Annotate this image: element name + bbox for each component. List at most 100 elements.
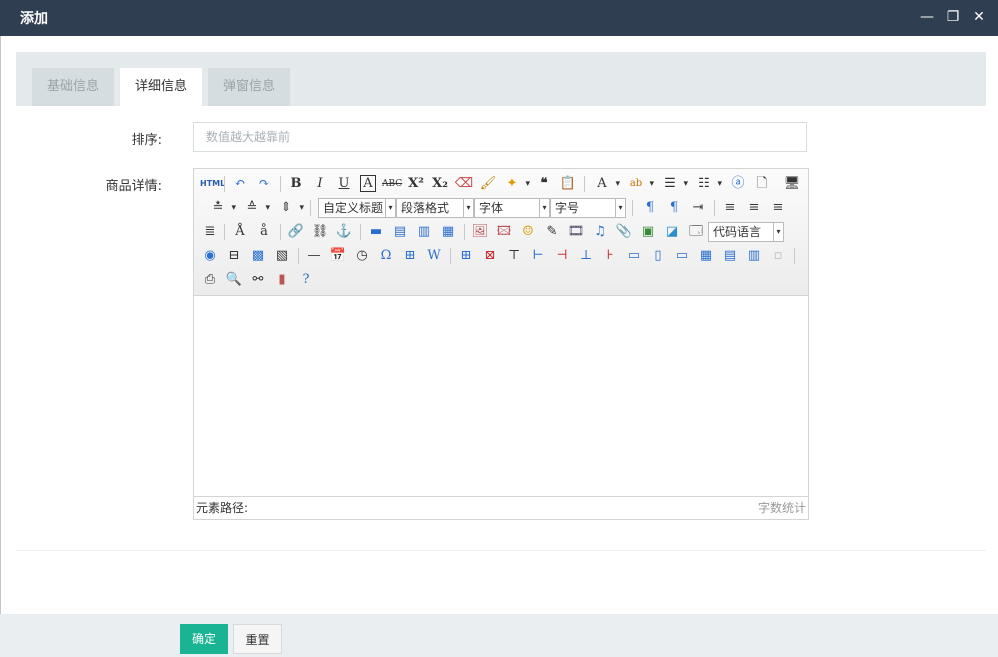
- anchor-icon[interactable]: ⚓: [334, 222, 354, 242]
- image-left-icon[interactable]: ▤: [390, 222, 410, 242]
- toolbar-separator: [224, 224, 225, 240]
- background-icon[interactable]: ▩: [248, 246, 268, 266]
- web-app-icon[interactable]: ◉: [200, 246, 220, 266]
- preview-icon[interactable]: 🔍: [224, 270, 244, 290]
- blockquote-icon[interactable]: ❝: [534, 174, 554, 194]
- reset-button[interactable]: 重置: [233, 624, 282, 654]
- toolbar-separator: [298, 248, 299, 264]
- horizontal-rule-icon[interactable]: —: [304, 246, 324, 266]
- redo-icon[interactable]: ↷: [254, 174, 274, 194]
- font-family-select[interactable]: 字体 ▾: [474, 198, 550, 218]
- insert-image-icon[interactable]: 🖾: [494, 222, 514, 242]
- simple-upload-icon[interactable]: 🖼: [470, 222, 490, 242]
- uppercase-icon[interactable]: Å: [230, 222, 250, 242]
- row-spacing-bottom-icon[interactable]: ≙: [242, 198, 270, 218]
- font-size-select[interactable]: 字号 ▾: [550, 198, 626, 218]
- sort-field[interactable]: [193, 122, 807, 152]
- align-center-icon[interactable]: ≡: [744, 198, 764, 218]
- window-border: [0, 36, 1, 657]
- page-break-icon[interactable]: ⊟: [224, 246, 244, 266]
- template-icon[interactable]: ▧: [272, 246, 292, 266]
- paragraph-format-select[interactable]: 段落格式 ▾: [396, 198, 474, 218]
- delete-col-icon[interactable]: ⊦: [600, 246, 620, 266]
- custom-title-select[interactable]: 自定义标题 ▾: [318, 198, 396, 218]
- align-left-icon[interactable]: ≡: [720, 198, 740, 218]
- time-icon[interactable]: ◷: [352, 246, 372, 266]
- rtl-icon[interactable]: ¶: [664, 198, 684, 218]
- insert-paragraph-before-table-icon[interactable]: ⊤: [504, 246, 524, 266]
- insert-table-icon[interactable]: ⊞: [456, 246, 476, 266]
- ordered-list-icon[interactable]: ☰: [660, 174, 688, 194]
- align-right-icon[interactable]: ≡: [768, 198, 788, 218]
- auto-format-icon[interactable]: ✦: [502, 174, 530, 194]
- link-icon[interactable]: 🔗: [286, 222, 306, 242]
- underline-icon[interactable]: U: [334, 174, 354, 194]
- map-icon[interactable]: ▣: [638, 222, 658, 242]
- strikethrough-icon[interactable]: ABC: [382, 174, 402, 194]
- drafts-icon[interactable]: ▮: [272, 270, 292, 290]
- insert-col-icon[interactable]: ⊥: [576, 246, 596, 266]
- unordered-list-icon[interactable]: ☷: [694, 174, 722, 194]
- chart-icon[interactable]: ▫: [768, 246, 788, 266]
- merge-down-icon[interactable]: ▭: [672, 246, 692, 266]
- delete-table-icon[interactable]: ⊠: [480, 246, 500, 266]
- tab-detail-info[interactable]: 详细信息: [120, 68, 202, 106]
- paste-plain-icon[interactable]: 📋: [558, 174, 578, 194]
- split-rows-icon[interactable]: ▤: [720, 246, 740, 266]
- editor-content-area[interactable]: [194, 296, 808, 496]
- attachment-icon[interactable]: 📎: [614, 222, 634, 242]
- music-icon[interactable]: ♫: [590, 222, 610, 242]
- lowercase-icon[interactable]: å: [254, 222, 274, 242]
- help-icon[interactable]: ?: [296, 270, 316, 290]
- word-image-icon[interactable]: ⊞: [400, 246, 420, 266]
- align-justify-icon[interactable]: ≣: [200, 222, 220, 242]
- delete-row-icon[interactable]: ⊣: [552, 246, 572, 266]
- minimize-icon[interactable]: —: [915, 6, 939, 28]
- indent-icon[interactable]: ⇥: [688, 198, 708, 218]
- confirm-button[interactable]: 确定: [180, 624, 228, 654]
- date-icon[interactable]: 📅: [328, 246, 348, 266]
- highlight-color-icon[interactable]: ab: [626, 174, 654, 194]
- gmap-icon[interactable]: ◪: [662, 222, 682, 242]
- code-language-select[interactable]: 代码语言 ▾: [708, 222, 784, 242]
- subscript-icon[interactable]: X₂: [430, 174, 450, 194]
- insert-row-icon[interactable]: ⊢: [528, 246, 548, 266]
- font-color-icon[interactable]: A: [592, 174, 620, 194]
- sort-input[interactable]: [194, 123, 806, 151]
- toolbar-separator: [360, 224, 361, 240]
- fullscreen-icon[interactable]: 🖥: [782, 174, 802, 194]
- html-source-icon[interactable]: HTML: [200, 174, 225, 194]
- split-cells-icon[interactable]: ▦: [696, 246, 716, 266]
- italic-icon[interactable]: I: [310, 174, 330, 194]
- image-right-icon[interactable]: ▥: [414, 222, 434, 242]
- image-none-icon[interactable]: ▬: [366, 222, 386, 242]
- image-center-icon[interactable]: ▦: [438, 222, 458, 242]
- undo-icon[interactable]: ↶: [230, 174, 250, 194]
- row-spacing-top-icon[interactable]: ≛: [208, 198, 236, 218]
- unlink-icon[interactable]: ⛓: [310, 222, 330, 242]
- insert-code-icon[interactable]: ⓐ: [728, 174, 748, 194]
- line-height-icon[interactable]: ⇕: [276, 198, 304, 218]
- scrawl-icon[interactable]: ✎: [542, 222, 562, 242]
- format-painter-icon[interactable]: 🖌: [478, 174, 498, 194]
- insert-frame-icon[interactable]: 🗔: [686, 222, 706, 242]
- insert-video-icon[interactable]: 🎞: [566, 222, 586, 242]
- maximize-icon[interactable]: ❐: [941, 6, 965, 28]
- emotion-icon[interactable]: ☺: [518, 222, 538, 242]
- merge-right-icon[interactable]: ▯: [648, 246, 668, 266]
- bold-icon[interactable]: B: [286, 174, 306, 194]
- search-replace-icon[interactable]: ⚯: [248, 270, 268, 290]
- special-char-icon[interactable]: Ω: [376, 246, 396, 266]
- eraser-icon[interactable]: ⌫: [454, 174, 474, 194]
- merge-cells-icon[interactable]: ▭: [624, 246, 644, 266]
- split-cols-icon[interactable]: ▥: [744, 246, 764, 266]
- font-border-icon[interactable]: A: [358, 174, 378, 194]
- close-icon[interactable]: ✕: [967, 6, 991, 28]
- word-import-icon[interactable]: W: [424, 246, 444, 266]
- superscript-icon[interactable]: X²: [406, 174, 426, 194]
- ltr-icon[interactable]: ¶: [640, 198, 660, 218]
- print-icon[interactable]: ⎙: [200, 270, 220, 290]
- tab-basic-info[interactable]: 基础信息: [32, 68, 114, 106]
- tab-popup-info[interactable]: 弹窗信息: [208, 68, 290, 106]
- new-document-icon[interactable]: 🗋: [752, 174, 772, 194]
